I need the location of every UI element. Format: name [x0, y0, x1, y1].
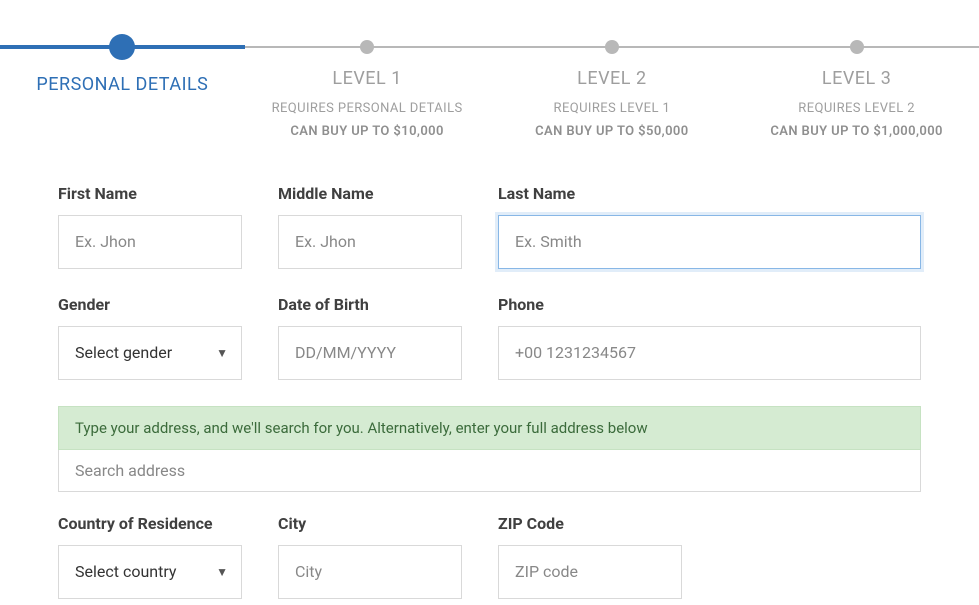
zip-label: ZIP Code [498, 514, 682, 533]
phone-input[interactable] [498, 326, 921, 380]
middle-name-label: Middle Name [278, 184, 462, 203]
country-select[interactable]: Select country [58, 545, 242, 599]
first-name-input[interactable] [58, 215, 242, 269]
step-title: LEVEL 3 [734, 68, 979, 89]
step-level-1[interactable]: LEVEL 1 REQUIRES PERSONAL DETAILS CAN BU… [245, 32, 490, 144]
step-dot-icon [605, 40, 619, 54]
step-requires: REQUIRES LEVEL 1 [490, 97, 735, 120]
step-title: PERSONAL DETAILS [0, 74, 245, 95]
phone-label: Phone [498, 295, 921, 314]
gender-label: Gender [58, 295, 242, 314]
last-name-label: Last Name [498, 184, 921, 203]
step-requires: REQUIRES LEVEL 2 [734, 97, 979, 120]
middle-name-input[interactable] [278, 215, 462, 269]
step-title: LEVEL 1 [245, 68, 490, 89]
step-title: LEVEL 2 [490, 68, 735, 89]
dob-input[interactable] [278, 326, 462, 380]
zip-input[interactable] [498, 545, 682, 599]
form: First Name Middle Name Last Name Gender … [0, 184, 979, 599]
last-name-input[interactable] [498, 215, 921, 269]
step-dot-icon [850, 40, 864, 54]
address-search-input[interactable] [58, 450, 921, 492]
address-hint: Type your address, and we'll search for … [58, 406, 921, 450]
gender-select[interactable]: Select gender [58, 326, 242, 380]
step-limit: CAN BUY UP TO $50,000 [490, 120, 735, 143]
step-level-2[interactable]: LEVEL 2 REQUIRES LEVEL 1 CAN BUY UP TO $… [490, 32, 735, 144]
step-requires: REQUIRES PERSONAL DETAILS [245, 97, 490, 120]
city-input[interactable] [278, 545, 462, 599]
step-level-3[interactable]: LEVEL 3 REQUIRES LEVEL 2 CAN BUY UP TO $… [734, 32, 979, 144]
step-personal-details[interactable]: PERSONAL DETAILS [0, 32, 245, 144]
step-limit: CAN BUY UP TO $10,000 [245, 120, 490, 143]
dob-label: Date of Birth [278, 295, 462, 314]
first-name-label: First Name [58, 184, 242, 203]
step-dot-icon [109, 34, 135, 60]
city-label: City [278, 514, 462, 533]
country-label: Country of Residence [58, 514, 242, 533]
stepper: PERSONAL DETAILS LEVEL 1 REQUIRES PERSON… [0, 0, 979, 144]
step-dot-icon [360, 40, 374, 54]
step-limit: CAN BUY UP TO $1,000,000 [734, 120, 979, 143]
